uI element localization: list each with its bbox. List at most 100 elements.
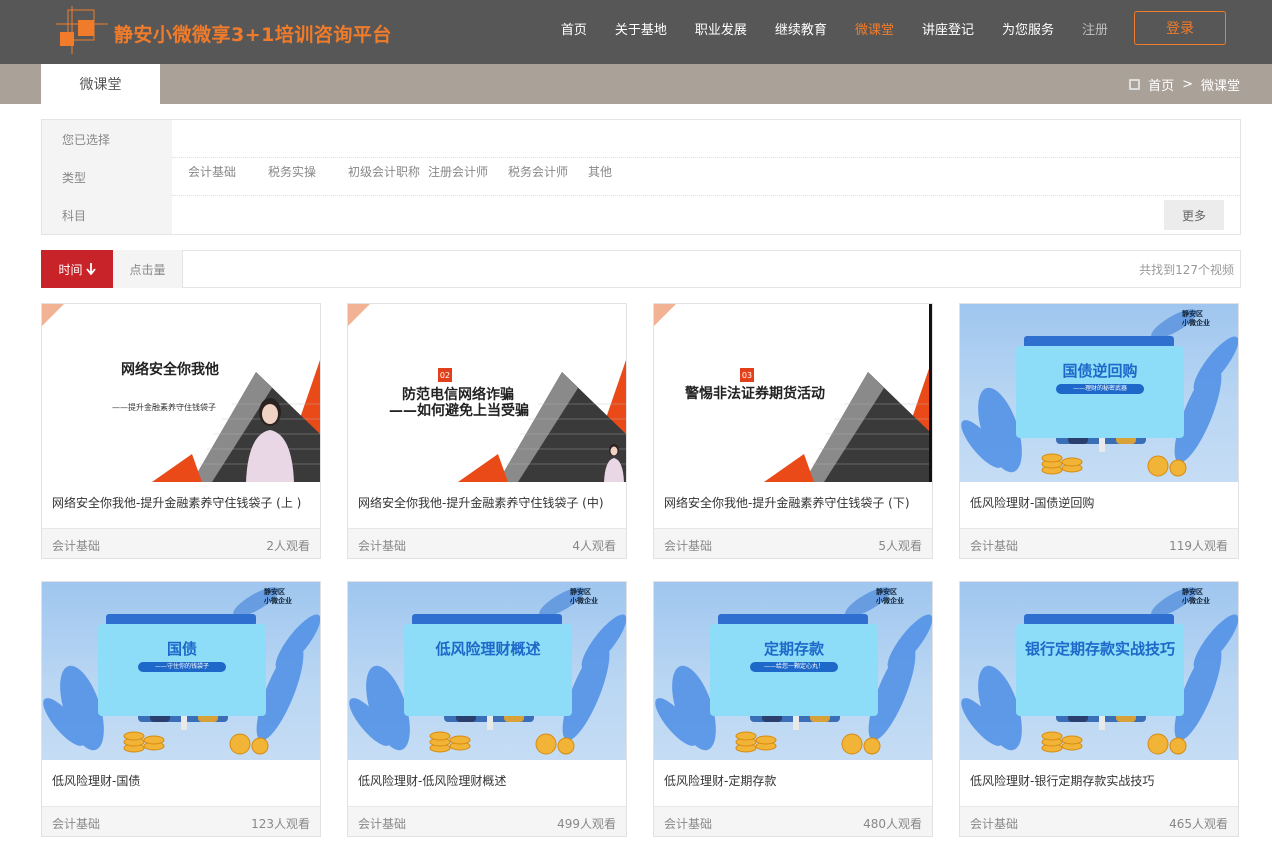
- slide-heading: 网络安全你我他: [121, 362, 219, 378]
- video-category: 会计基础: [664, 539, 713, 553]
- video-title[interactable]: 网络安全你我他-提升金融素养守住钱袋子 (下): [664, 494, 924, 511]
- breadcrumb-separator: >: [1182, 76, 1193, 92]
- video-category: 会计基础: [52, 817, 101, 831]
- video-category: 会计基础: [970, 817, 1019, 831]
- video-title[interactable]: 低风险理财-银行定期存款实战技巧: [970, 772, 1230, 789]
- video-title[interactable]: 低风险理财-国债: [52, 772, 312, 789]
- view-count: 123人观看: [251, 817, 310, 831]
- view-count: 5人观看: [878, 539, 922, 553]
- nav-about[interactable]: 关于基地: [615, 19, 667, 38]
- filter-type-row: 类型 会计基础 税务实操 初级会计职称 注册会计师 税务会计师 其他: [42, 158, 1240, 196]
- video-category: 会计基础: [970, 539, 1019, 553]
- card-footer: 会计基础 4人观看: [348, 528, 626, 558]
- section-tab[interactable]: 微课堂: [41, 64, 160, 104]
- view-count: 480人观看: [863, 817, 922, 831]
- slide-heading: 防范电信网络诈骗: [402, 387, 514, 403]
- site-logo[interactable]: 静安小微微享3+1培训咨询平台: [56, 6, 391, 54]
- video-thumbnail[interactable]: 02 防范电信网络诈骗 ——如何避免上当受骗: [348, 304, 626, 482]
- video-title[interactable]: 低风险理财-低风险理财概述: [358, 772, 618, 789]
- thumbnail-subheading: ——守住你的钱袋子: [138, 662, 226, 672]
- video-thumbnail[interactable]: 03 警惕非法证券期货活动: [654, 304, 932, 482]
- video-thumbnail[interactable]: 网络安全你我他 ——提升金融素养守住钱袋子: [42, 304, 320, 482]
- brand-badge: 静安区 小微企业: [1182, 588, 1228, 616]
- brand-badge-line1: 静安区: [1182, 310, 1203, 318]
- nav-lecture-registration[interactable]: 讲座登记: [922, 19, 974, 38]
- video-title[interactable]: 网络安全你我他-提升金融素养守住钱袋子 (上 ): [52, 494, 312, 511]
- view-count: 2人观看: [266, 539, 310, 553]
- nav-home[interactable]: 首页: [561, 19, 587, 38]
- video-category: 会计基础: [52, 539, 101, 553]
- video-title[interactable]: 低风险理财-国债逆回购: [970, 494, 1230, 511]
- sort-by-clicks-button[interactable]: 点击量: [113, 250, 183, 288]
- breadcrumb: 首页 > 微课堂: [1129, 64, 1240, 104]
- filter-type-option[interactable]: 税务会计师: [508, 163, 588, 180]
- video-thumbnail[interactable]: 定期存款 ——给您一颗定心丸！ 静安区 小微企业: [654, 582, 932, 760]
- filter-type-option[interactable]: 初级会计职称: [348, 163, 422, 180]
- filter-type-option[interactable]: 税务实操: [268, 163, 348, 180]
- filter-type-option[interactable]: 其他: [588, 163, 668, 180]
- video-card[interactable]: 定期存款 ——给您一颗定心丸！ 静安区 小微企业 低风险理财-定期存款 会计基础 480人观…: [653, 581, 933, 837]
- presenter-figure: [246, 398, 294, 482]
- video-card[interactable]: 低风险理财概述 静安区 小微企业低风险理财-低风险理财概述会计基础 499人观看: [347, 581, 627, 837]
- thumbnail-heading: 低风险理财概述: [435, 640, 541, 658]
- video-thumbnail[interactable]: 银行定期存款实战技巧 静安区 小微企业: [960, 582, 1238, 760]
- filter-type-option[interactable]: 注册会计师: [428, 163, 508, 180]
- view-count: 4人观看: [572, 539, 616, 553]
- thumbnail-heading: 银行定期存款实战技巧: [1024, 640, 1175, 658]
- video-title[interactable]: 网络安全你我他-提升金融素养守住钱袋子 (中): [358, 494, 618, 511]
- filter-subject-row: 科目 更多: [42, 196, 1240, 234]
- brand-badge-line2: 小微企业: [1182, 319, 1210, 327]
- card-footer: 会计基础 499人观看: [348, 806, 626, 836]
- slide-number: 03: [740, 368, 754, 382]
- brand-badge-line1: 静安区: [570, 588, 591, 596]
- video-thumbnail[interactable]: 低风险理财概述 静安区 小微企业: [348, 582, 626, 760]
- register-link[interactable]: 注册: [1082, 19, 1108, 38]
- video-category: 会计基础: [664, 817, 713, 831]
- login-button[interactable]: 登录: [1134, 11, 1226, 45]
- brand-badge-line2: 小微企业: [570, 597, 598, 605]
- nav-career[interactable]: 职业发展: [695, 19, 747, 38]
- arrow-down-icon: [85, 263, 96, 275]
- view-count: 119人观看: [1169, 539, 1228, 553]
- edge-divider: [929, 304, 932, 482]
- view-count: 465人观看: [1169, 817, 1228, 831]
- video-category: 会计基础: [358, 539, 407, 553]
- video-card[interactable]: 02 防范电信网络诈骗 ——如何避免上当受骗网络安全你我他-提升金融素养守住钱袋子 …: [347, 303, 627, 559]
- main-nav: 首页 关于基地 职业发展 继续教育 微课堂 讲座登记 为您服务 注册 登录: [561, 11, 1226, 45]
- thumbnail-subheading: ——给您一颗定心丸！: [750, 662, 838, 672]
- brand-badge: 静安区 小微企业: [570, 588, 616, 616]
- slide-heading-2: ——如何避免上当受骗: [389, 403, 529, 419]
- card-footer: 会计基础 119人观看: [960, 528, 1238, 558]
- card-footer: 会计基础 5人观看: [654, 528, 932, 558]
- video-thumbnail[interactable]: 国债 ——守住你的钱袋子 静安区 小微企业: [42, 582, 320, 760]
- slide-heading: 警惕非法证券期货活动: [685, 386, 825, 402]
- video-card[interactable]: 网络安全你我他 ——提升金融素养守住钱袋子网络安全你我他-提升金融素养守住钱袋子 …: [41, 303, 321, 559]
- brand-badge-line2: 小微企业: [876, 597, 904, 605]
- video-title[interactable]: 低风险理财-定期存款: [664, 772, 924, 789]
- video-card[interactable]: 银行定期存款实战技巧 静安区 小微企业低风险理财-银行定期存款实战技巧 会计基础 465…: [959, 581, 1239, 837]
- presenter-figure: [604, 444, 624, 482]
- logo-mark-icon: [56, 6, 108, 54]
- nav-services[interactable]: 为您服务: [1002, 19, 1054, 38]
- video-thumbnail[interactable]: 国债逆回购 ——理财的秘密武器 静安区 小微企业: [960, 304, 1238, 482]
- slide-subheading: ——提升金融素养守住钱袋子: [112, 403, 216, 412]
- thumbnail-heading: 国债: [166, 640, 197, 658]
- more-button[interactable]: 更多: [1164, 200, 1224, 230]
- video-card[interactable]: 国债 ——守住你的钱袋子 静安区 小微企业低风险理财-国债 会计基础 123人观看: [41, 581, 321, 837]
- sort-time-label: 时间: [58, 262, 83, 277]
- nav-micro-class[interactable]: 微课堂: [855, 19, 894, 38]
- thumbnail-heading: 定期存款: [763, 640, 824, 658]
- sort-by-time-button[interactable]: 时间: [41, 250, 113, 288]
- breadcrumb-home[interactable]: 首页: [1148, 75, 1174, 94]
- video-card[interactable]: 03 警惕非法证券期货活动网络安全你我他-提升金融素养守住钱袋子 (下) 会计基础 5…: [653, 303, 933, 559]
- brand-badge-line1: 静安区: [1182, 588, 1203, 596]
- card-footer: 会计基础 480人观看: [654, 806, 932, 836]
- home-icon: [1129, 78, 1141, 90]
- sort-bar: 时间 点击量 共找到127个视频: [41, 250, 1241, 288]
- filter-type-option[interactable]: 会计基础: [188, 163, 268, 180]
- nav-continuing-education[interactable]: 继续教育: [775, 19, 827, 38]
- brand-badge-line2: 小微企业: [264, 597, 292, 605]
- filter-type-label: 类型: [42, 158, 172, 196]
- brand-badge-line1: 静安区: [264, 588, 285, 596]
- video-card[interactable]: 国债逆回购 ——理财的秘密武器 静安区 小微企业低风险理财-国债逆回购 会计基础 119人…: [959, 303, 1239, 559]
